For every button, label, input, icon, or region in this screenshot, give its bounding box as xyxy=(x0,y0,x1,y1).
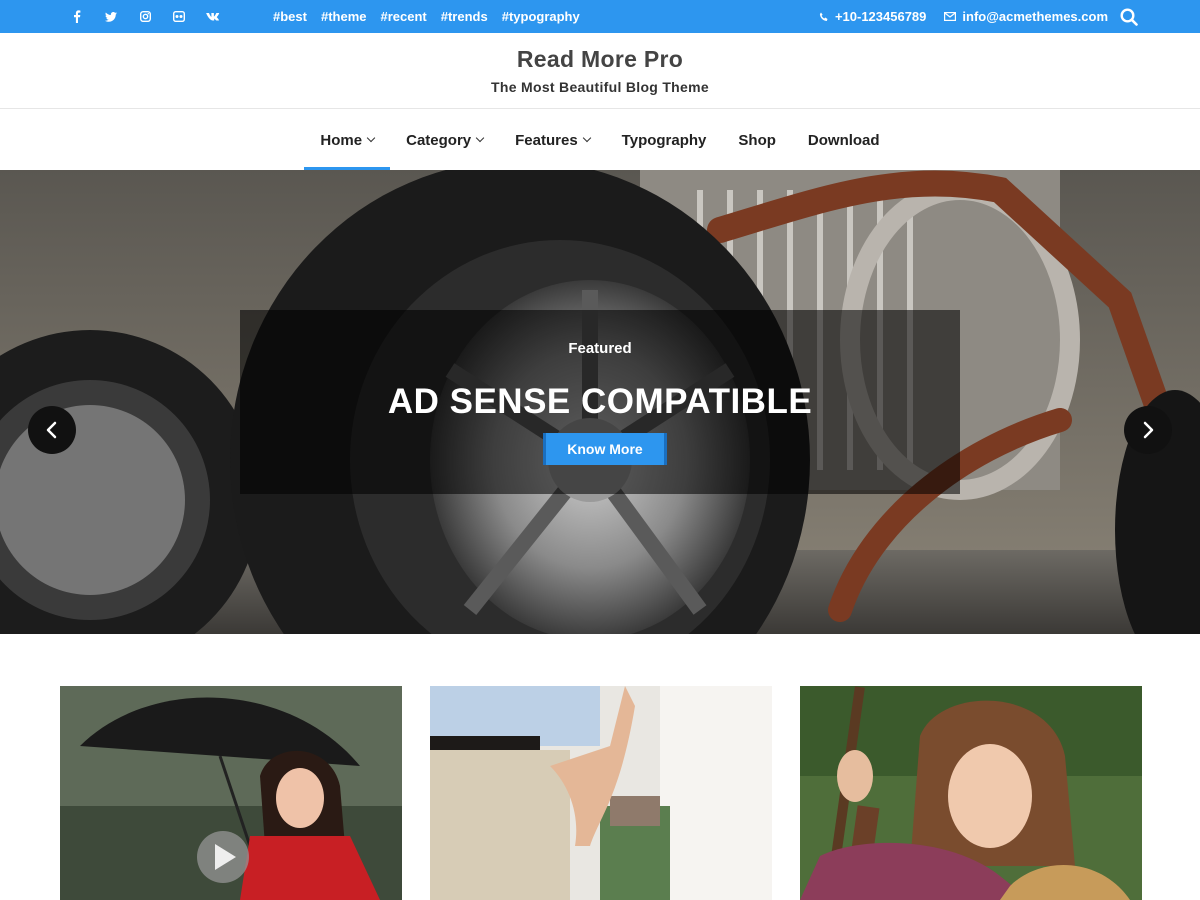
nav-item-label: Home xyxy=(320,131,363,149)
facebook-icon[interactable] xyxy=(60,0,94,33)
vk-icon[interactable] xyxy=(196,0,230,33)
nav-item-label: Category xyxy=(406,131,472,149)
slider-next-button[interactable] xyxy=(1124,406,1172,454)
contact-info: +10-123456789 info@acmethemes.com xyxy=(801,0,1108,33)
chevron-left-icon xyxy=(46,421,57,439)
nav-item-features[interactable]: Features xyxy=(499,110,606,170)
phone-icon xyxy=(819,12,828,21)
nav-item-home[interactable]: Home xyxy=(304,110,390,170)
nav-item-label: Features xyxy=(515,131,578,149)
nav-item-category[interactable]: Category xyxy=(390,110,499,170)
social-links xyxy=(60,0,230,33)
site-branding: Read More Pro The Most Beautiful Blog Th… xyxy=(0,33,1200,109)
slide-title[interactable]: AD SENSE COMPATIBLE xyxy=(240,382,960,422)
chevron-down-icon xyxy=(366,133,376,143)
site-title[interactable]: Read More Pro xyxy=(0,46,1200,73)
site-tagline: The Most Beautiful Blog Theme xyxy=(491,79,709,95)
nav-item-typography[interactable]: Typography xyxy=(606,110,723,170)
post-thumbnail-couple-hands[interactable] xyxy=(430,686,772,900)
phone-item: +10-123456789 xyxy=(819,9,926,24)
tag-link[interactable]: #best xyxy=(273,9,307,24)
chevron-down-icon xyxy=(475,133,485,143)
slide-category[interactable]: Featured xyxy=(240,340,960,357)
slider-prev-button[interactable] xyxy=(28,406,76,454)
nav-item-shop[interactable]: Shop xyxy=(722,110,792,170)
nav-item-label: Typography xyxy=(621,131,707,149)
post-thumbnail-girl-rifle[interactable] xyxy=(800,686,1142,900)
instagram-icon[interactable] xyxy=(128,0,162,33)
top-bar: #best #theme #recent #trends #typography… xyxy=(0,0,1200,33)
tag-link[interactable]: #theme xyxy=(321,9,367,24)
nav-item-download[interactable]: Download xyxy=(792,110,896,170)
featured-slider: Featured AD SENSE COMPATIBLE Know More xyxy=(0,170,1200,634)
flickr-icon[interactable] xyxy=(162,0,196,33)
twitter-icon[interactable] xyxy=(94,0,128,33)
email-address: info@acmethemes.com xyxy=(962,9,1108,24)
hashtag-links: #best #theme #recent #trends #typography xyxy=(266,0,587,33)
know-more-button[interactable]: Know More xyxy=(543,433,667,465)
main-navigation: Home Category Features Typography Shop D… xyxy=(0,110,1200,170)
chevron-right-icon xyxy=(1143,421,1154,439)
phone-number: +10-123456789 xyxy=(834,9,927,24)
email-item: info@acmethemes.com xyxy=(944,9,1108,24)
search-icon[interactable] xyxy=(1118,6,1140,28)
tag-link[interactable]: #typography xyxy=(502,9,580,24)
envelope-icon xyxy=(944,12,957,21)
slide-caption: Featured AD SENSE COMPATIBLE Know More xyxy=(240,310,960,494)
nav-item-label: Download xyxy=(807,131,880,149)
tag-link[interactable]: #trends xyxy=(441,9,488,24)
tag-link[interactable]: #recent xyxy=(381,9,427,24)
post-thumbnail-woman-umbrella[interactable] xyxy=(60,686,402,900)
chevron-down-icon xyxy=(582,133,591,143)
nav-item-label: Shop xyxy=(738,131,776,149)
post-grid xyxy=(60,686,1142,900)
